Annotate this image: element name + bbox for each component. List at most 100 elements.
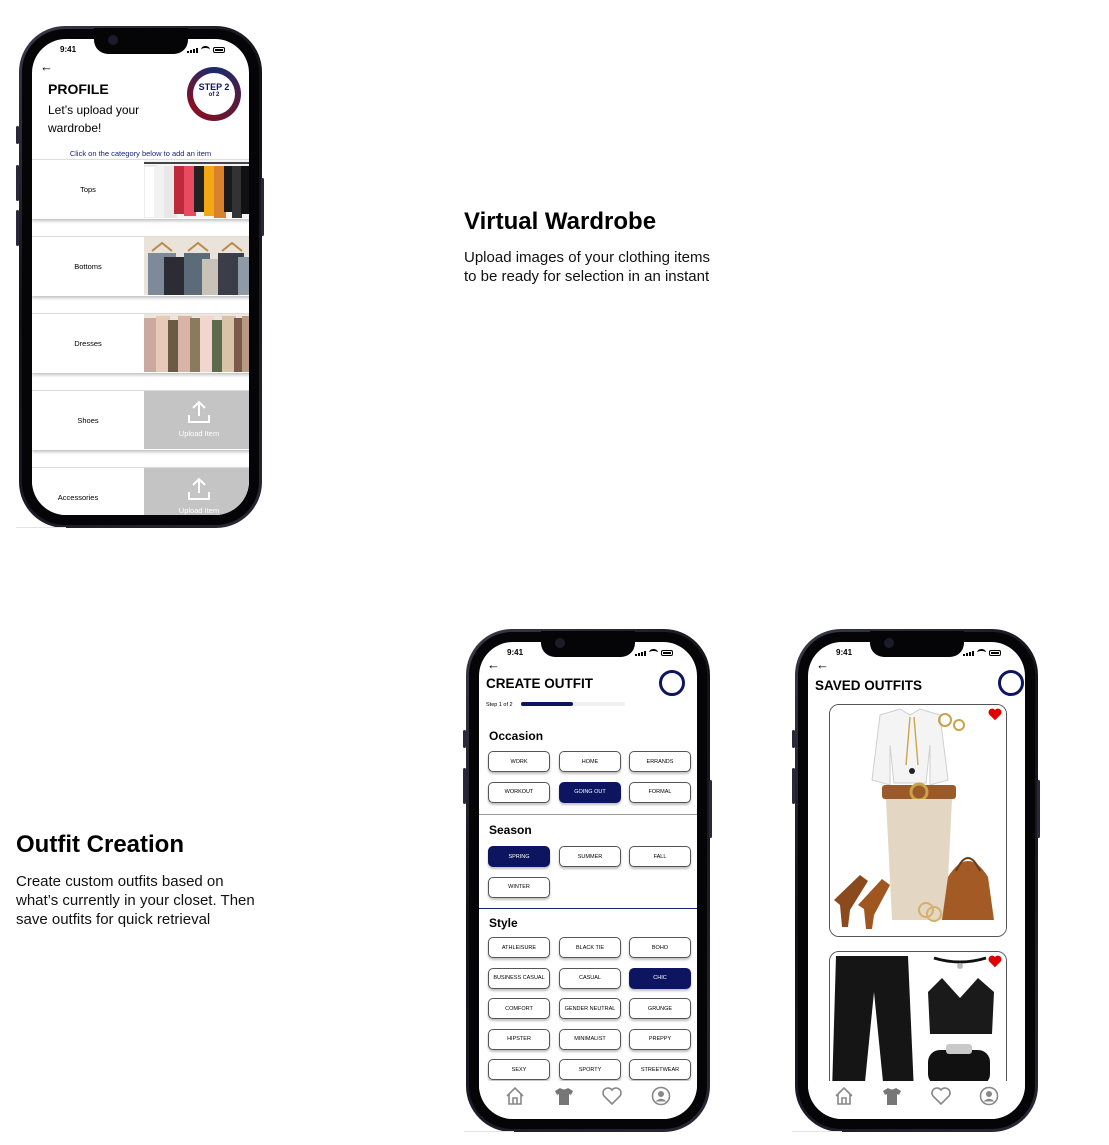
progress-fill xyxy=(521,702,573,706)
notch xyxy=(541,631,635,657)
option-grunge[interactable]: GRUNGE xyxy=(629,998,691,1019)
page-title: PROFILE xyxy=(48,81,109,97)
category-label: Shoes xyxy=(77,415,99,425)
option-sporty[interactable]: SPORTY xyxy=(559,1059,621,1080)
saved-outfit-card[interactable] xyxy=(829,951,1007,1101)
notch xyxy=(93,28,188,54)
option-gender-neutral[interactable]: GENDER NEUTRAL xyxy=(559,998,621,1019)
category-label: Dresses xyxy=(74,338,102,348)
create-outfit-screen: 9:41 ← CREATE OUTFIT Step 1 of 2 Occasio… xyxy=(479,642,697,1119)
favorite-heart-icon[interactable] xyxy=(988,708,1002,726)
page-title: SAVED OUTFITS xyxy=(815,678,923,693)
category-bottoms[interactable]: Bottoms xyxy=(32,236,249,296)
option-spring[interactable]: SPRING xyxy=(488,846,550,867)
shirt-icon[interactable] xyxy=(879,1083,905,1109)
section-season: Season xyxy=(489,823,532,837)
option-business-casual[interactable]: BUSINESS CASUAL xyxy=(488,967,550,989)
heart-icon[interactable] xyxy=(928,1083,954,1109)
divider xyxy=(479,908,697,909)
option-home[interactable]: HOME xyxy=(559,751,621,772)
saved-outfit-card[interactable] xyxy=(829,704,1007,937)
back-arrow-icon[interactable]: ← xyxy=(40,59,53,74)
section-style: Style xyxy=(489,916,518,930)
phone-bezel: 9:41 ← CREATE OUTFIT Step 1 of 2 Occasio… xyxy=(469,631,707,1129)
option-chic[interactable]: CHIC xyxy=(629,967,691,989)
step-sub: of 2 xyxy=(208,92,220,98)
option-athleisure[interactable]: ATHLEISURE xyxy=(488,937,550,958)
shirt-icon[interactable] xyxy=(551,1083,577,1109)
favorite-heart-icon[interactable] xyxy=(988,955,1002,973)
category-label: Accessories xyxy=(57,492,99,502)
option-workout[interactable]: WORKOUT xyxy=(488,781,550,803)
page-title: CREATE OUTFIT xyxy=(486,676,593,691)
option-hipster[interactable]: HIPSTER xyxy=(488,1028,550,1050)
profile-icon[interactable] xyxy=(648,1083,674,1109)
category-shoes[interactable]: Shoes Upload Item xyxy=(32,390,249,450)
status-icons xyxy=(187,46,225,53)
option-work[interactable]: WORK xyxy=(488,751,550,772)
step-text: Step 1 of 2 xyxy=(486,702,513,708)
section-occasion: Occasion xyxy=(489,729,544,743)
option-comfort[interactable]: COMFORT xyxy=(488,998,550,1019)
step-main: STEP 2 xyxy=(198,82,230,92)
profile-ring[interactable] xyxy=(998,670,1024,696)
status-time: 9:41 xyxy=(60,45,77,54)
option-errands[interactable]: ERRANDS xyxy=(629,751,691,772)
category-label: Bottoms xyxy=(74,261,102,271)
upload-hint: Click on the category below to add an it… xyxy=(69,149,212,158)
upload-icon xyxy=(144,476,249,502)
option-winter[interactable]: WINTER xyxy=(488,876,550,898)
upload-item-button[interactable]: Upload Item xyxy=(144,468,249,515)
category-tops[interactable]: Tops xyxy=(32,159,249,219)
battery-icon xyxy=(213,47,225,53)
option-going-out[interactable]: GOING OUT xyxy=(559,781,621,803)
feature-desc-wardrobe: Upload images of your clothing items to … xyxy=(464,249,710,285)
heart-icon[interactable] xyxy=(599,1083,625,1109)
option-streetwear[interactable]: STREETWEAR xyxy=(629,1059,691,1080)
option-summer[interactable]: SUMMER xyxy=(559,846,621,867)
category-dresses[interactable]: Dresses xyxy=(32,313,249,373)
dresses-rack-image xyxy=(144,314,249,372)
phone-profile: 9:41 ← PROFILE Let’s upload your wardrob… xyxy=(19,26,262,528)
tops-rack-image xyxy=(144,160,249,218)
wifi-icon xyxy=(977,649,986,656)
divider xyxy=(479,814,697,815)
category-label: Tops xyxy=(80,184,96,194)
back-arrow-icon[interactable]: ← xyxy=(487,657,500,672)
option-black-tie[interactable]: BLACK TIE xyxy=(559,937,621,958)
step-indicator: STEP 2 of 2 xyxy=(187,67,241,121)
wifi-icon xyxy=(201,46,210,53)
page-subtitle: Let’s upload your wardrobe! xyxy=(48,103,140,135)
status-icons xyxy=(635,649,673,656)
profile-ring[interactable] xyxy=(659,670,685,696)
phone-create-outfit: 9:41 ← CREATE OUTFIT Step 1 of 2 Occasio… xyxy=(466,629,710,1132)
option-casual[interactable]: CASUAL xyxy=(559,967,621,989)
tab-bar xyxy=(808,1081,1025,1119)
category-accessories[interactable]: Accessories Upload Item xyxy=(32,467,249,515)
phone-bezel: 9:41 ← SAVED OUTFITS xyxy=(798,631,1035,1129)
phone-saved-outfits: 9:41 ← SAVED OUTFITS xyxy=(795,629,1038,1132)
upload-item-button[interactable]: Upload Item xyxy=(144,391,249,449)
option-fall[interactable]: FALL xyxy=(629,846,691,867)
saved-outfits-screen: 9:41 ← SAVED OUTFITS xyxy=(808,642,1025,1119)
progress-bar xyxy=(521,702,625,706)
home-icon[interactable] xyxy=(502,1083,528,1109)
battery-icon xyxy=(661,650,673,656)
outfit-image xyxy=(830,705,1006,936)
bottoms-hangers-image xyxy=(144,237,249,295)
option-boho[interactable]: BOHO xyxy=(629,937,691,958)
option-minimalist[interactable]: MINIMALIST xyxy=(559,1028,621,1050)
battery-icon xyxy=(989,650,1001,656)
option-preppy[interactable]: PREPPY xyxy=(629,1028,691,1050)
upload-icon xyxy=(144,399,249,425)
profile-icon[interactable] xyxy=(976,1083,1002,1109)
phone-bezel: 9:41 ← PROFILE Let’s upload your wardrob… xyxy=(22,28,259,525)
option-formal[interactable]: FORMAL xyxy=(629,781,691,803)
back-arrow-icon[interactable]: ← xyxy=(816,657,829,672)
status-time: 9:41 xyxy=(836,648,853,657)
home-icon[interactable] xyxy=(831,1083,857,1109)
outfit-image xyxy=(830,952,1006,1100)
feature-title-wardrobe: Virtual Wardrobe xyxy=(464,208,657,235)
notch xyxy=(869,631,964,657)
option-sexy[interactable]: SEXY xyxy=(488,1059,550,1080)
